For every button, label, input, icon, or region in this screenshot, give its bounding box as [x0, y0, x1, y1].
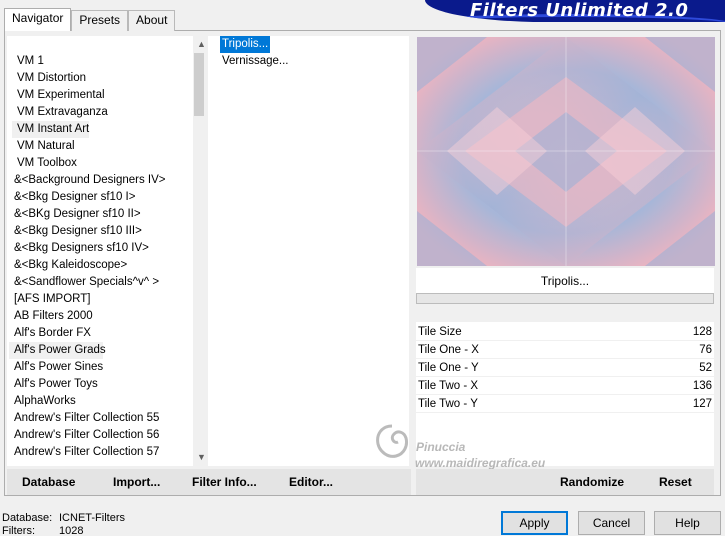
watermark: Pinuccia www.maidiregrafica.eu: [370, 420, 600, 470]
category-item[interactable]: VM Experimental: [14, 87, 105, 104]
category-item-selected[interactable]: VM Instant Art: [12, 121, 89, 138]
randomize-button[interactable]: Randomize: [560, 469, 624, 495]
category-item[interactable]: &<Bkg Designer sf10 I>: [11, 189, 135, 206]
right-action-bar: Randomize Reset: [416, 469, 714, 495]
tab-navigator[interactable]: Navigator: [4, 8, 72, 31]
status-database: Database: ICNET-Filters: [2, 512, 142, 525]
help-button[interactable]: Help: [654, 511, 721, 535]
category-item[interactable]: VM Toolbox: [14, 155, 77, 172]
category-item[interactable]: [AFS IMPORT]: [11, 291, 90, 308]
param-row-tile-one-x[interactable]: Tile One - X 76: [416, 342, 714, 359]
category-item[interactable]: Andrew's Filter Collection 55: [11, 410, 159, 427]
param-value: 128: [692, 326, 712, 338]
param-row-tile-one-y[interactable]: Tile One - Y 52: [416, 360, 714, 377]
param-row-tile-size[interactable]: Tile Size 128: [416, 324, 714, 341]
category-item[interactable]: &<Bkg Designer sf10 III>: [11, 223, 142, 240]
category-list[interactable]: VM 1 VM Distortion VM Experimental VM Ex…: [7, 36, 204, 466]
left-action-bar: Database Import... Filter Info... Editor…: [7, 469, 411, 495]
param-label: Tile Two - X: [418, 380, 479, 392]
category-item[interactable]: Alf's Border FX: [11, 325, 91, 342]
category-item[interactable]: VM 1: [14, 53, 44, 70]
app-title: Filters Unlimited 2.0: [470, 0, 689, 21]
category-scrollbar[interactable]: ▲ ▼: [193, 36, 204, 466]
status-filters-value: 1028: [59, 525, 84, 536]
filter-name-button[interactable]: Tripolis...: [416, 268, 714, 294]
editor-button[interactable]: Editor...: [289, 469, 333, 495]
import-button[interactable]: Import...: [113, 469, 160, 495]
param-label: Tile One - Y: [418, 362, 479, 374]
scroll-down-icon[interactable]: ▼: [193, 449, 204, 466]
scroll-thumb[interactable]: [194, 53, 204, 116]
reset-button[interactable]: Reset: [659, 469, 692, 495]
preview-pattern: [417, 37, 715, 266]
category-item[interactable]: VM Distortion: [14, 70, 86, 87]
progress-bar: [416, 293, 714, 304]
category-item[interactable]: &<Background Designers IV>: [11, 172, 166, 189]
category-item[interactable]: Alf's Power Grads: [9, 342, 106, 359]
category-item[interactable]: Andrew's Filter Collection 57: [11, 444, 159, 461]
status-filters: Filters: 1028: [2, 525, 142, 536]
category-item[interactable]: &<BKg Designer sf10 II>: [11, 206, 141, 223]
param-value: 52: [699, 362, 712, 374]
status-database-label: Database:: [2, 512, 53, 524]
category-item[interactable]: &<Bkg Kaleidoscope>: [11, 257, 127, 274]
preview-image: [417, 37, 715, 266]
status-database-value: ICNET-Filters: [59, 512, 125, 524]
category-item[interactable]: AB Filters 2000: [11, 308, 93, 325]
apply-button[interactable]: Apply: [501, 511, 568, 535]
watermark-url: www.maidiregrafica.eu: [415, 456, 546, 470]
watermark-name: Pinuccia: [416, 440, 466, 454]
category-item[interactable]: VM Extravaganza: [14, 104, 108, 121]
filter-item-selected[interactable]: Tripolis...: [220, 36, 271, 53]
database-button[interactable]: Database: [22, 469, 75, 495]
cancel-button[interactable]: Cancel: [578, 511, 645, 535]
filter-info-button[interactable]: Filter Info...: [192, 469, 257, 495]
filter-list[interactable]: Tripolis... Vernissage...: [208, 36, 409, 466]
param-label: Tile One - X: [418, 344, 479, 356]
param-value: 136: [692, 380, 712, 392]
category-item[interactable]: AlphaWorks: [11, 393, 76, 410]
param-row-tile-two-x[interactable]: Tile Two - X 136: [416, 378, 714, 395]
param-label: Tile Two - Y: [418, 398, 478, 410]
category-item[interactable]: &<Bkg Designers sf10 IV>: [11, 240, 149, 257]
param-label: Tile Size: [418, 326, 462, 338]
param-value: 76: [699, 344, 712, 356]
watermark-logo-icon: [376, 424, 408, 458]
category-item[interactable]: &<Sandflower Specials^v^ >: [11, 274, 159, 291]
category-item[interactable]: Andrew's Filter Collection 56: [11, 427, 159, 444]
param-value: 127: [692, 398, 712, 410]
filter-item[interactable]: Vernissage...: [220, 53, 290, 70]
category-item[interactable]: Alf's Power Toys: [11, 376, 98, 393]
category-item[interactable]: VM Natural: [14, 138, 75, 155]
category-item[interactable]: Alf's Power Sines: [11, 359, 103, 376]
tab-about[interactable]: About: [128, 10, 176, 31]
status-filters-label: Filters:: [2, 525, 35, 536]
scroll-up-icon[interactable]: ▲: [193, 36, 204, 53]
param-row-tile-two-y[interactable]: Tile Two - Y 127: [416, 396, 714, 413]
tab-presets[interactable]: Presets: [71, 10, 129, 31]
tab-bar: Navigator Presets About: [4, 8, 176, 31]
